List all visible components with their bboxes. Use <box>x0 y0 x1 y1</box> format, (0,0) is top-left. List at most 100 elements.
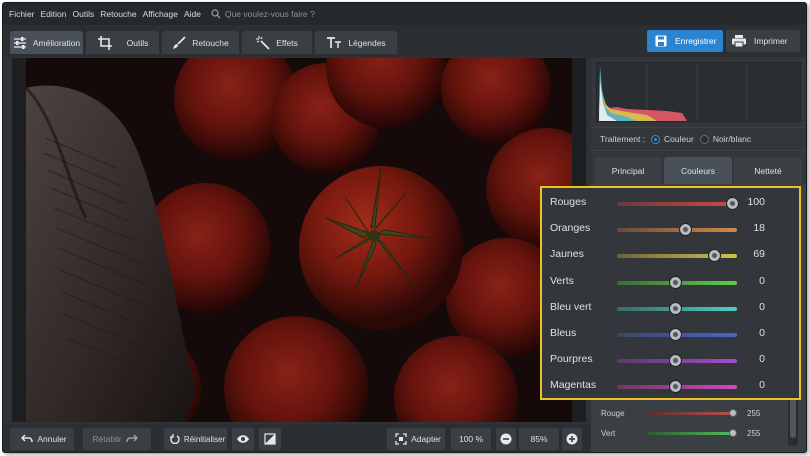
menu-edition[interactable]: Edition <box>41 9 67 19</box>
treatment-label: Traitement : <box>600 134 646 144</box>
tab-label: Amélioration <box>32 37 81 48</box>
rgb-value: 255 <box>747 408 761 418</box>
redo-icon <box>125 434 138 443</box>
tab-principal[interactable]: Principal <box>594 157 662 184</box>
fit-button[interactable]: Adapter <box>387 428 445 450</box>
menu-affichage[interactable]: Affichage <box>143 9 178 19</box>
color-label: Rouges <box>550 196 587 208</box>
color-label: Magentas <box>550 379 597 392</box>
zoom-out-button[interactable] <box>496 428 516 450</box>
color-slider-knob[interactable] <box>708 249 722 263</box>
tab-nettete[interactable]: Netteté <box>734 157 802 184</box>
preview-button[interactable] <box>232 428 254 450</box>
color-value: 0 <box>759 379 765 392</box>
tab-label: Outils <box>126 37 149 48</box>
color-row: Verts 0 <box>550 272 795 292</box>
tab-amelioration[interactable]: Amélioration <box>10 31 83 54</box>
color-slider-track[interactable] <box>617 228 737 233</box>
photo-canvas[interactable] <box>12 58 586 422</box>
tab-couleurs[interactable]: Couleurs <box>664 157 732 184</box>
zoom-in-button[interactable] <box>562 428 582 450</box>
printer-icon <box>732 35 746 47</box>
photo-preview <box>26 58 572 422</box>
color-adjustment-panel: Rouges 100 Oranges 18 Jaunes 69 Verts 0 Bleu ver… <box>540 186 801 400</box>
histogram-graph <box>599 63 748 121</box>
color-slider-knob[interactable] <box>669 275 683 289</box>
zoom-100-button[interactable]: 100 % <box>451 428 491 450</box>
color-row: Bleu vert 0 <box>550 298 795 318</box>
reset-button[interactable]: Réinitialiser <box>164 428 227 450</box>
fit-icon <box>395 433 407 445</box>
bw-radio[interactable] <box>699 134 709 144</box>
color-slider-knob[interactable] <box>669 301 683 315</box>
bw-option-label[interactable]: Noir/blanc <box>713 134 751 144</box>
tab-legendes[interactable]: Légendes <box>315 31 397 54</box>
color-label: Bleu vert <box>550 300 592 313</box>
color-slider-knob[interactable] <box>669 380 683 394</box>
brush-icon <box>173 35 186 49</box>
color-value: 0 <box>759 353 765 366</box>
redo-button[interactable]: Rétablir <box>83 428 151 450</box>
zoom-value-field[interactable]: 85% <box>519 428 559 450</box>
zoom-value: 85% <box>530 434 548 444</box>
rgb-slider-vert[interactable] <box>647 428 737 437</box>
compare-icon <box>264 433 276 445</box>
color-slider-knob[interactable] <box>669 328 683 341</box>
fit-label: Adapter <box>411 434 441 444</box>
tab-effets[interactable]: Effets <box>242 31 312 54</box>
print-button[interactable]: Imprimer <box>726 30 800 52</box>
app-window: Fichier Edition Outils Retouche Affichag… <box>2 2 807 453</box>
histogram <box>596 62 801 122</box>
menu-fichier[interactable]: Fichier <box>9 9 35 19</box>
minus-circle-icon <box>500 433 512 445</box>
slider-knob[interactable] <box>729 428 737 437</box>
color-option-label[interactable]: Couleur <box>664 134 694 144</box>
color-slider-knob[interactable] <box>679 223 693 237</box>
rgb-label: Rouge <box>601 408 625 418</box>
tab-outils[interactable]: Outils <box>86 31 159 54</box>
rgb-value: 255 <box>747 428 761 438</box>
print-label: Imprimer <box>754 36 788 46</box>
color-value: 69 <box>753 248 765 261</box>
color-value: 0 <box>759 327 765 339</box>
color-value: 18 <box>753 222 765 235</box>
eye-icon <box>237 435 249 443</box>
magic-wand-icon <box>256 35 270 50</box>
color-label: Jaunes <box>550 248 584 261</box>
reset-icon <box>169 434 180 444</box>
color-row: Oranges 18 <box>550 219 795 239</box>
slider-knob[interactable] <box>729 408 737 417</box>
color-row: Magentas 0 <box>550 376 795 396</box>
redo-label: Rétablir <box>92 434 122 444</box>
menu-retouche[interactable]: Retouche <box>100 9 136 19</box>
tab-label: Retouche <box>192 37 229 48</box>
tab-label: Légendes <box>348 37 386 48</box>
color-value: 100 <box>747 196 765 208</box>
tab-retouche[interactable]: Retouche <box>162 31 239 54</box>
save-button[interactable]: Enregistrer <box>647 30 723 52</box>
zoom-100-label: 100 % <box>458 434 484 444</box>
color-value: 0 <box>759 300 765 313</box>
color-value: 0 <box>759 274 765 287</box>
color-label: Verts <box>550 274 574 287</box>
undo-button[interactable]: Annuler <box>10 428 74 450</box>
search-placeholder: Que voulez-vous faire ? <box>224 9 315 19</box>
color-radio[interactable] <box>651 134 661 144</box>
menu-aide[interactable]: Aide <box>184 9 201 19</box>
compare-button[interactable] <box>259 428 281 450</box>
reset-label: Réinitialiser <box>183 434 226 444</box>
rgb-slider-rouge[interactable] <box>647 408 737 417</box>
text-icon <box>327 36 342 48</box>
color-row: Rouges 100 <box>550 193 795 213</box>
bottom-bar: Annuler Rétablir Réinitialiser Adapter 1… <box>3 424 591 452</box>
rgb-label: Vert <box>601 428 616 438</box>
menu-outils[interactable]: Outils <box>73 9 95 19</box>
color-slider-track[interactable] <box>617 202 737 206</box>
floppy-icon <box>655 35 667 47</box>
sliders-icon <box>13 36 26 49</box>
menu-search[interactable]: Que voulez-vous faire ? <box>211 9 315 19</box>
save-label: Enregistrer <box>675 36 717 46</box>
color-slider-knob[interactable] <box>669 354 683 368</box>
toolbar: Amélioration Outils Retouche Effets Lége… <box>3 25 806 57</box>
rgb-row-vert: Vert 255 <box>601 426 781 440</box>
